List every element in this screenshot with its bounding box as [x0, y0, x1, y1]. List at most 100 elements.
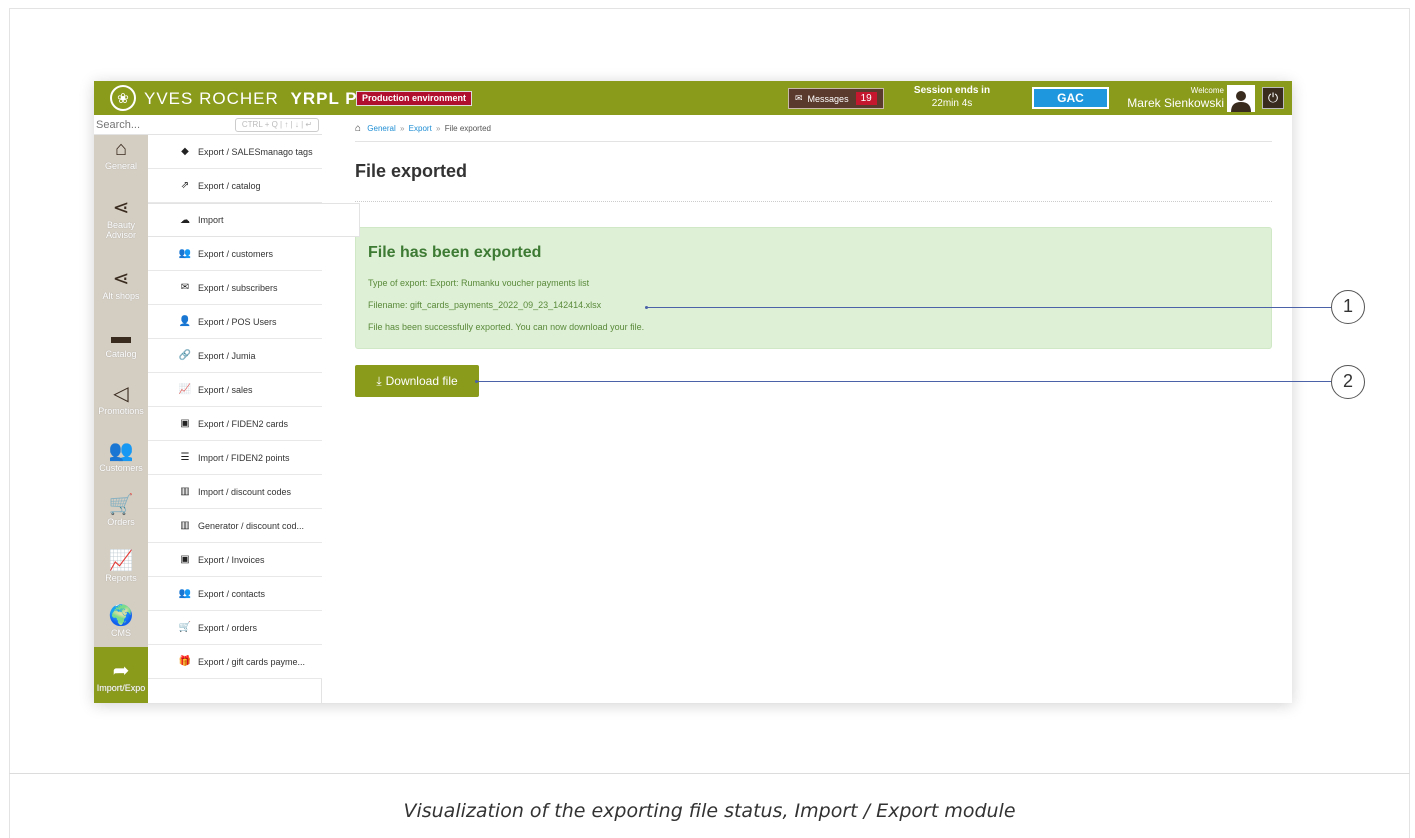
divider — [355, 141, 1272, 142]
download-button-label: Download file — [385, 374, 458, 388]
cart-icon: 🛒 — [178, 622, 192, 633]
submenu-item-label: Generator / discount cod... — [198, 520, 305, 531]
card-icon: ▣ — [180, 418, 190, 429]
user-welcome: Welcome Marek Sienkowski — [1114, 86, 1224, 110]
module-alt-shops[interactable]: ⋖ Alt shops — [94, 267, 148, 301]
tenant-button[interactable]: GAC — [1032, 87, 1109, 109]
session-title: Session ends in — [913, 85, 991, 96]
link-icon: 🔗 — [178, 350, 192, 361]
submenu-item-label: Import / discount codes — [198, 486, 292, 497]
module-catalog[interactable]: ▬ Catalog — [94, 325, 148, 359]
users-icon: 👥 — [178, 588, 192, 599]
submenu-item[interactable]: ▥ Import / discount codes — [148, 475, 322, 509]
submenu-item-label: Export / customers — [198, 248, 274, 259]
module-label: General — [104, 161, 138, 171]
export-type-line: Type of export: Export: Rumanku voucher … — [368, 278, 590, 288]
avatar[interactable] — [1227, 85, 1255, 112]
submenu-item[interactable]: 🛒 Export / orders — [148, 611, 322, 645]
module-cms[interactable]: 🌍 CMS — [94, 604, 148, 638]
module-promotions[interactable]: ◁ Promotions — [94, 382, 148, 416]
app-screenshot: ❀ YVES ROCHER YRPL PROD Production envir… — [94, 81, 1292, 703]
callout-line-2 — [477, 381, 1331, 382]
barcode-icon: ▥ — [180, 486, 190, 497]
module-customers[interactable]: 👥 Customers — [94, 439, 148, 473]
messages-count-badge: 19 — [855, 92, 877, 105]
figure-caption: Visualization of the exporting file stat… — [403, 800, 1016, 822]
submenu-item[interactable]: ▣ Export / FIDEN2 cards — [148, 407, 322, 441]
brand-logo-icon: ❀ — [110, 85, 136, 111]
submenu-item[interactable]: 🎁 Export / gift cards payme... — [148, 645, 322, 679]
submenu-item[interactable]: 🔗 Export / Jumia — [148, 339, 322, 373]
submenu-item-label: Export / contacts — [198, 588, 266, 599]
external-link-icon: ⇗ — [180, 180, 190, 191]
submenu-item-label: Export / POS Users — [198, 316, 277, 327]
caption-divider — [9, 773, 1410, 774]
submenu-item-import[interactable]: ☁ Import — [148, 203, 360, 237]
submenu-item[interactable]: ✉ Export / subscribers — [148, 271, 322, 305]
home-icon[interactable]: ⌂ — [355, 123, 361, 134]
module-orders[interactable]: 🛒 Orders — [94, 493, 148, 527]
user-silhouette-icon — [1231, 91, 1251, 112]
breadcrumb: ⌂ General » Export » File exported — [355, 123, 491, 134]
breadcrumb-separator: » — [399, 124, 405, 133]
submenu-item-label: Export / Invoices — [198, 554, 265, 565]
submenu-item[interactable]: ☰ Import / FIDEN2 points — [148, 441, 322, 475]
submenu-item-label: Export / subscribers — [198, 282, 278, 293]
share-icon: ⋖ — [112, 197, 130, 219]
module-general[interactable]: ⌂ General — [94, 137, 148, 171]
search-input[interactable] — [96, 117, 236, 133]
callout-marker-1: 1 — [1331, 290, 1365, 324]
submenu-item[interactable]: 👥 Export / contacts — [148, 577, 322, 611]
submenu-item-label: Export / Jumia — [198, 350, 256, 361]
download-file-button[interactable]: ⤓ Download file — [355, 365, 479, 397]
submenu-item[interactable]: 👤 Export / POS Users — [148, 305, 322, 339]
module-label: Beauty Advisor — [105, 220, 136, 240]
submenu-item-label: Export / gift cards payme... — [198, 656, 306, 667]
submenu-item[interactable]: ▣ Export / Invoices — [148, 543, 322, 577]
submenu-item-label: Export / sales — [198, 384, 253, 395]
gift-icon: 🎁 — [178, 656, 192, 667]
user-name: Marek Sienkowski — [1127, 96, 1224, 110]
cloud-upload-icon: ☁ — [180, 214, 190, 226]
submenu-item-label: Export / orders — [198, 622, 258, 633]
submenu-item-label: Export / FIDEN2 cards — [198, 418, 289, 429]
module-reports[interactable]: 📈 Reports — [94, 549, 148, 583]
messages-label: Messages — [807, 93, 849, 104]
logout-power-icon[interactable]: ⏻ — [1262, 87, 1284, 109]
users-icon: 👥 — [108, 440, 134, 462]
session-time: 22min 4s — [931, 98, 973, 109]
module-import-export[interactable]: ➦ Import/Expo — [94, 647, 148, 703]
submenu: ◆ Export / SALESmanago tags ⇗ Export / cat… — [148, 135, 360, 703]
module-label: Import/Expo — [96, 683, 146, 693]
breadcrumb-link-export[interactable]: Export — [409, 124, 432, 133]
divider — [355, 201, 1272, 202]
megaphone-icon: ◁ — [113, 383, 129, 405]
module-label: CMS — [111, 628, 131, 638]
module-label: Promotions — [98, 406, 144, 416]
home-icon: ⌂ — [114, 138, 128, 160]
tag-icon: ◆ — [181, 146, 189, 157]
barcode-icon: ▥ — [180, 520, 190, 531]
module-label: Alt shops — [102, 291, 140, 301]
main-content: ⌂ General » Export » File exported File … — [322, 115, 1292, 703]
submenu-item[interactable]: 📈 Export / sales — [148, 373, 322, 407]
success-message-line: File has been successfully exported. You… — [368, 322, 645, 332]
share-icon: ⋖ — [112, 268, 130, 290]
messages-button[interactable]: ✉ Messages 19 — [788, 88, 884, 109]
submenu-item[interactable]: ▥ Generator / discount cod... — [148, 509, 322, 543]
chart-icon: 📈 — [178, 384, 192, 395]
submenu-item[interactable]: ◆ Export / SALESmanago tags — [148, 135, 322, 169]
welcome-label: Welcome — [1190, 86, 1224, 95]
module-label: Catalog — [105, 349, 137, 359]
session-timer: Session ends in 22min 4s — [902, 84, 1002, 110]
breadcrumb-link-general[interactable]: General — [367, 124, 395, 133]
submenu-item[interactable]: ⇗ Export / catalog — [148, 169, 322, 203]
alert-title: File has been exported — [368, 244, 542, 261]
callout-line-1 — [647, 307, 1331, 308]
submenu-item[interactable]: 👥 Export / customers — [148, 237, 322, 271]
module-label: Orders — [107, 517, 135, 527]
module-beauty-advisor[interactable]: ⋖ Beauty Advisor — [94, 196, 148, 240]
user-icon: 👤 — [178, 316, 192, 327]
envelope-icon: ✉ — [180, 282, 190, 293]
callout-marker-2: 2 — [1331, 365, 1365, 399]
